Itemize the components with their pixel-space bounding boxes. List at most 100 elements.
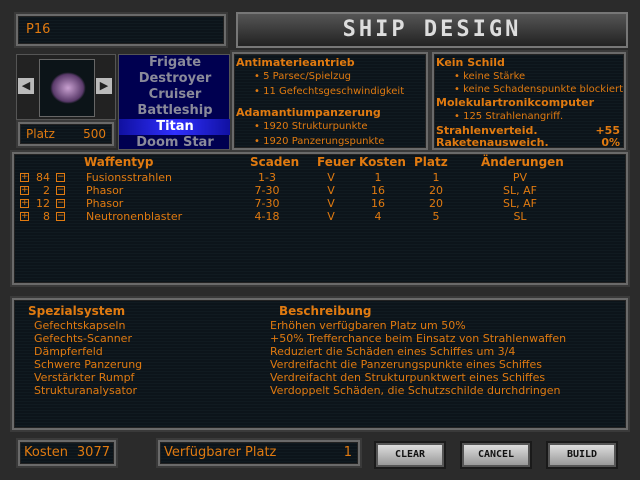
minus-icon[interactable]: −: [56, 186, 65, 195]
class-doom-star[interactable]: Doom Star: [119, 135, 231, 151]
drive-line: • 11 Gefechtsgeschwindigkeit: [254, 86, 405, 97]
armor-line: • 1920 Panzerungspunkte: [254, 136, 385, 147]
shield-line: • keine Stärke: [454, 71, 526, 82]
weapon-name[interactable]: Phasor: [86, 184, 123, 197]
weapon-damage: 7-30: [254, 197, 280, 210]
minus-icon[interactable]: −: [56, 173, 65, 182]
weapon-cost: 4: [374, 210, 382, 223]
drive-line: • 5 Parsec/Spielzug: [254, 71, 352, 82]
weapon-row: + 2 − Phasor 7-30 V 16 20 SL, AF: [14, 184, 630, 197]
special-description: Erhöhen verfügbaren Platz um 50%: [270, 319, 466, 332]
space-label: Verfügbarer Platz: [164, 445, 277, 460]
special-description: Verdreifacht die Panzerungspunkte eines …: [270, 358, 542, 371]
missile-evasion-label: Raketenausweich.: [436, 136, 549, 149]
weapon-count: 2: [43, 184, 50, 197]
plus-icon[interactable]: +: [20, 186, 29, 195]
weapon-mods: SL, AF: [503, 197, 537, 210]
weapon-damage: 7-30: [254, 184, 280, 197]
weapon-name[interactable]: Neutronenblaster: [86, 210, 182, 223]
special-name: Strukturanalysator: [34, 384, 138, 397]
weapon-name[interactable]: Fusionsstrahlen: [86, 171, 172, 184]
ship-class-list: Frigate Destroyer Cruiser Battleship Tit…: [118, 54, 231, 151]
weapon-space: 20: [429, 184, 443, 197]
cancel-button[interactable]: CANCEL: [462, 443, 530, 467]
weapon-count: 8: [43, 210, 50, 223]
weapon-row: + 8 − Neutronenblaster 4-18 V 4 5 SL: [14, 210, 630, 223]
special-header-system: Spezialsystem: [28, 304, 126, 318]
weapon-row: + 84 − Fusionsstrahlen 1-3 V 1 1 PV: [14, 171, 630, 184]
weapon-space: 1: [432, 171, 440, 184]
platz-label: Platz: [26, 127, 55, 141]
weapon-mods: PV: [512, 171, 528, 184]
platz-value: 500: [83, 127, 106, 141]
computer-line: • 125 Strahlenangriff.: [454, 111, 564, 122]
weapons-header: Waffentyp Scaden Feuer Kosten Platz Ände…: [84, 155, 564, 169]
weapon-damage: 1-3: [258, 171, 276, 184]
weapon-space: 20: [429, 197, 443, 210]
armor-line: • 1920 Strukturpunkte: [254, 121, 368, 132]
cost-label: Kosten: [24, 445, 68, 460]
weapon-name[interactable]: Phasor: [86, 197, 123, 210]
plus-icon[interactable]: +: [20, 212, 29, 221]
weapon-mods: SL, AF: [503, 184, 537, 197]
special-name: Dämpferfeld: [34, 345, 103, 358]
special-systems-table: Spezialsystem Beschreibung Gefechtskapse…: [12, 298, 628, 430]
cost-value: 3077: [76, 445, 110, 460]
special-name: Gefechts-Scanner: [34, 332, 132, 345]
class-frigate[interactable]: Frigate: [119, 55, 231, 71]
minus-icon[interactable]: −: [56, 212, 65, 221]
weapon-mods: SL: [513, 210, 527, 223]
special-description: +50% Trefferchance beim Einsatz von Stra…: [270, 332, 567, 345]
weapon-cost: 16: [371, 197, 385, 210]
special-header-description: Beschreibung: [279, 304, 372, 318]
weapon-fire: V: [327, 184, 335, 197]
available-space-box: Verfügbarer Platz 1: [158, 440, 360, 466]
special-row[interactable]: Schwere Panzerung Verdreifacht die Panze…: [14, 358, 630, 371]
weapon-cost: 16: [371, 184, 385, 197]
class-battleship[interactable]: Battleship: [119, 103, 231, 119]
weapon-cost: 1: [374, 171, 382, 184]
shield-computer-panel[interactable]: Kein Schild • keine Stärke • keine Schad…: [432, 52, 626, 150]
weapon-fire: V: [327, 171, 335, 184]
special-name: Verstärkter Rumpf: [34, 371, 135, 384]
class-cruiser[interactable]: Cruiser: [119, 87, 231, 103]
weapon-row: + 12 − Phasor 7-30 V 16 20 SL, AF: [14, 197, 630, 210]
next-ship-arrow-icon[interactable]: ▶: [96, 78, 112, 94]
special-row[interactable]: Dämpferfeld Reduziert die Schäden eines …: [14, 345, 630, 358]
platz-box: Platz 500: [18, 122, 114, 146]
weapon-count: 84: [36, 171, 50, 184]
special-name: Gefechtskapseln: [34, 319, 126, 332]
special-row[interactable]: Verstärkter Rumpf Verdreifacht den Struk…: [14, 371, 630, 384]
special-description: Verdoppelt Schäden, die Schutzschilde du…: [270, 384, 561, 397]
special-name: Schwere Panzerung: [34, 358, 143, 371]
drive-name: Antimaterieantrieb: [236, 56, 355, 69]
plus-icon[interactable]: +: [20, 199, 29, 208]
class-titan[interactable]: Titan: [119, 119, 231, 135]
special-row[interactable]: Strukturanalysator Verdoppelt Schäden, d…: [14, 384, 630, 397]
missile-evasion-value: 0%: [601, 136, 620, 149]
weapons-table: Waffentyp Scaden Feuer Kosten Platz Ände…: [12, 152, 628, 285]
special-row[interactable]: Gefechtskapseln Erhöhen verfügbaren Plat…: [14, 319, 630, 332]
special-description: Verdreifacht den Strukturpunktwert eines…: [270, 371, 546, 384]
shield-name: Kein Schild: [436, 56, 505, 69]
class-destroyer[interactable]: Destroyer: [119, 71, 231, 87]
prev-ship-arrow-icon[interactable]: ◀: [18, 78, 34, 94]
title-banner: SHIP DESIGN: [236, 12, 628, 48]
weapon-space: 5: [432, 210, 440, 223]
weapon-fire: V: [327, 197, 335, 210]
drive-armor-panel[interactable]: Antimaterieantrieb • 5 Parsec/Spielzug •…: [232, 52, 428, 150]
special-description: Reduziert die Schäden eines Schiffes um …: [270, 345, 516, 358]
ship-name-field[interactable]: P16: [16, 14, 226, 46]
shield-line: • keine Schadenspunkte blockiert: [454, 84, 624, 95]
clear-button[interactable]: CLEAR: [376, 443, 444, 467]
build-button[interactable]: BUILD: [548, 443, 616, 467]
cost-box: Kosten 3077: [18, 440, 116, 466]
plus-icon[interactable]: +: [20, 173, 29, 182]
ship-icon: [39, 59, 95, 117]
armor-name: Adamantiumpanzerung: [236, 106, 381, 119]
weapon-fire: V: [327, 210, 335, 223]
minus-icon[interactable]: −: [56, 199, 65, 208]
weapon-count: 12: [36, 197, 50, 210]
special-row[interactable]: Gefechts-Scanner +50% Trefferchance beim…: [14, 332, 630, 345]
space-value: 1: [343, 445, 352, 460]
